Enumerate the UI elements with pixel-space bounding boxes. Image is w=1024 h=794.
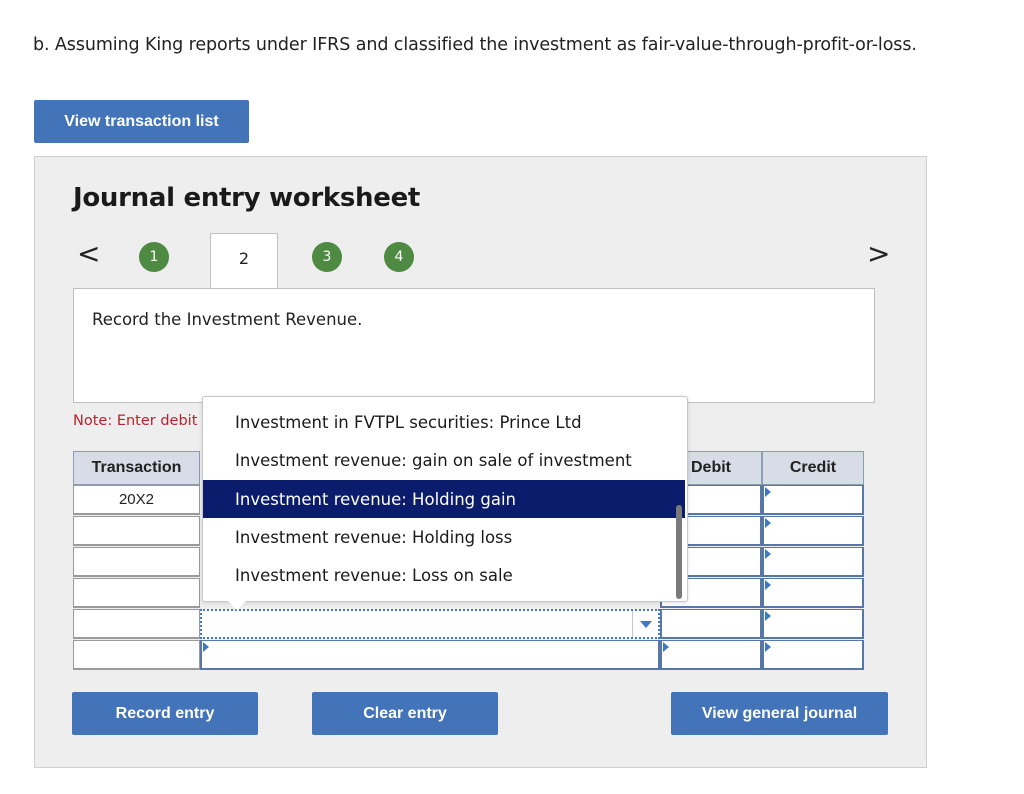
prev-step-icon[interactable]: < bbox=[77, 239, 100, 269]
triangle-right-icon bbox=[765, 549, 771, 559]
account-dropdown[interactable]: Investment in FVTPL securities: Prince L… bbox=[202, 396, 688, 602]
table-row-transaction[interactable] bbox=[73, 578, 200, 608]
triangle-right-icon bbox=[765, 611, 771, 621]
instruction-text: Record the Investment Revenue. bbox=[92, 310, 363, 329]
debit-input[interactable] bbox=[660, 640, 762, 670]
credit-input[interactable] bbox=[762, 640, 864, 670]
account-select[interactable] bbox=[200, 640, 660, 670]
account-select[interactable] bbox=[200, 609, 660, 639]
record-entry-button[interactable]: Record entry bbox=[72, 692, 258, 735]
debit-input[interactable] bbox=[660, 609, 762, 639]
table-row-transaction[interactable] bbox=[73, 640, 200, 670]
header-credit: Credit bbox=[762, 451, 864, 485]
dropdown-option-highlighted[interactable]: Investment revenue: Holding gain bbox=[203, 480, 685, 518]
worksheet-title: Journal entry worksheet bbox=[73, 183, 421, 213]
clear-entry-button[interactable]: Clear entry bbox=[312, 692, 498, 735]
dropdown-scrollbar[interactable] bbox=[676, 505, 682, 599]
step-1-tab[interactable]: 1 bbox=[139, 242, 169, 272]
next-step-icon[interactable]: > bbox=[867, 239, 890, 269]
transaction-value: 20X2 bbox=[118, 491, 155, 508]
triangle-right-icon bbox=[663, 642, 669, 652]
dropdown-option[interactable]: Investment revenue: Holding loss bbox=[203, 518, 685, 556]
note-text: Note: Enter debit bbox=[73, 413, 198, 429]
question-text: b. Assuming King reports under IFRS and … bbox=[33, 35, 917, 55]
credit-input[interactable] bbox=[762, 485, 864, 515]
view-general-journal-button[interactable]: View general journal bbox=[671, 692, 888, 735]
table-row-transaction[interactable] bbox=[73, 516, 200, 546]
table-row-transaction[interactable] bbox=[73, 547, 200, 577]
credit-input[interactable] bbox=[762, 547, 864, 577]
view-transaction-list-button[interactable]: View transaction list bbox=[34, 100, 249, 143]
triangle-right-icon bbox=[765, 487, 771, 497]
instruction-box: Record the Investment Revenue. bbox=[73, 288, 875, 403]
step-2-tab[interactable]: 2 bbox=[210, 233, 278, 289]
triangle-right-icon bbox=[765, 642, 771, 652]
step-3-tab[interactable]: 3 bbox=[312, 242, 342, 272]
triangle-right-icon bbox=[765, 580, 771, 590]
table-row-transaction[interactable]: 20X2 bbox=[73, 485, 200, 515]
step-4-tab[interactable]: 4 bbox=[384, 242, 414, 272]
header-transaction: Transaction bbox=[73, 451, 200, 485]
triangle-right-icon bbox=[203, 642, 209, 652]
dropdown-option[interactable]: Investment revenue: gain on sale of inve… bbox=[203, 441, 685, 479]
credit-input[interactable] bbox=[762, 516, 864, 546]
dropdown-option[interactable]: Investment revenue: Loss on sale bbox=[203, 556, 685, 594]
credit-input[interactable] bbox=[762, 578, 864, 608]
dropdown-option[interactable]: Investment in FVTPL securities: Prince L… bbox=[203, 403, 685, 441]
chevron-down-icon[interactable] bbox=[632, 611, 658, 637]
credit-input[interactable] bbox=[762, 609, 864, 639]
dropdown-pointer-icon bbox=[228, 601, 246, 610]
triangle-right-icon bbox=[765, 518, 771, 528]
table-row-transaction[interactable] bbox=[73, 609, 200, 639]
